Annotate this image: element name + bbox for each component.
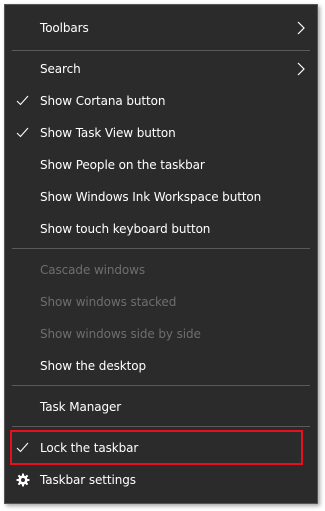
menu-item-task-manager[interactable]: Task Manager — [5, 391, 317, 423]
menu-separator — [12, 50, 310, 51]
menu-item-label: Toolbars — [40, 21, 89, 35]
menu-separator — [12, 385, 310, 386]
menu-item-label: Task Manager — [40, 400, 122, 414]
menu-item-show-side-by-side: Show windows side by side — [5, 318, 317, 350]
menu-item-show-desktop[interactable]: Show the desktop — [5, 350, 317, 382]
menu-item-label: Show windows side by side — [40, 327, 201, 341]
checkmark-icon — [16, 95, 29, 106]
menu-separator — [12, 248, 310, 249]
menu-item-label: Show People on the taskbar — [40, 158, 205, 172]
menu-item-label: Taskbar settings — [40, 473, 136, 487]
menu-item-show-stacked: Show windows stacked — [5, 286, 317, 318]
taskbar-context-menu: Toolbars Search Show Cortana button Show… — [4, 4, 318, 504]
menu-item-taskbar-settings[interactable]: Taskbar settings — [5, 464, 317, 496]
gear-icon — [16, 473, 30, 487]
menu-item-label: Show Task View button — [40, 126, 176, 140]
menu-item-search[interactable]: Search — [5, 53, 317, 85]
menu-item-label: Show Windows Ink Workspace button — [40, 190, 262, 204]
menu-item-label: Show the desktop — [40, 359, 146, 373]
menu-item-show-task-view[interactable]: Show Task View button — [5, 117, 317, 149]
menu-item-label: Show Cortana button — [40, 94, 166, 108]
menu-item-cascade-windows: Cascade windows — [5, 254, 317, 286]
menu-item-label: Cascade windows — [40, 263, 146, 277]
checkmark-icon — [16, 127, 29, 138]
menu-item-label: Search — [40, 62, 81, 76]
menu-item-toolbars[interactable]: Toolbars — [5, 12, 317, 44]
chevron-right-icon — [297, 21, 305, 35]
menu-item-show-ink-workspace[interactable]: Show Windows Ink Workspace button — [5, 181, 317, 213]
menu-item-label: Show touch keyboard button — [40, 222, 211, 236]
menu-item-label: Show windows stacked — [40, 295, 177, 309]
chevron-right-icon — [297, 62, 305, 76]
menu-item-show-people[interactable]: Show People on the taskbar — [5, 149, 317, 181]
highlight-box — [10, 430, 303, 465]
menu-separator — [12, 426, 310, 427]
menu-item-show-touch-keyboard[interactable]: Show touch keyboard button — [5, 213, 317, 245]
menu-item-show-cortana[interactable]: Show Cortana button — [5, 85, 317, 117]
